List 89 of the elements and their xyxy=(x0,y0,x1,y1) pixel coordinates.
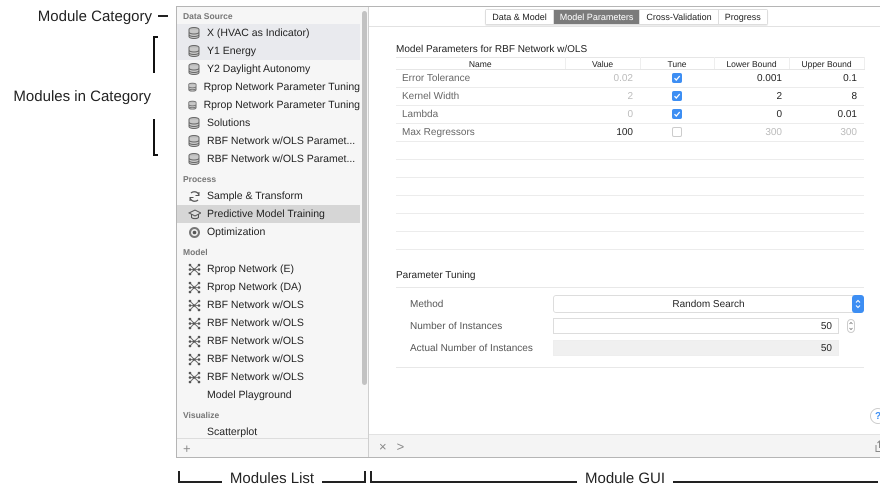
checkbox[interactable] xyxy=(672,73,682,84)
column-header[interactable]: Value xyxy=(565,58,640,70)
table-cell: Kernel Width xyxy=(396,88,565,106)
annotation-label: Modules List xyxy=(230,470,314,487)
table-cell: 0.02 xyxy=(565,70,640,88)
target-icon xyxy=(188,226,201,238)
database-icon xyxy=(188,98,198,112)
category-header: Process xyxy=(182,173,218,186)
sidebar-item[interactable]: Rprop Network Parameter Tuning xyxy=(177,96,360,114)
cycle-arrows-icon xyxy=(188,190,201,202)
scrollbar-thumb[interactable] xyxy=(362,11,367,385)
sidebar-item[interactable]: Predictive Model Training xyxy=(177,205,360,223)
tab[interactable]: Cross-Validation xyxy=(640,10,719,24)
network-icon xyxy=(188,334,201,348)
graduation-cap-icon xyxy=(188,208,201,220)
sidebar-item[interactable]: RBF Network w/OLS xyxy=(177,296,360,314)
sidebar-item[interactable]: Solutions xyxy=(177,114,360,132)
table-cell: 0.01 xyxy=(789,106,864,124)
annotation-line xyxy=(178,470,222,482)
sidebar-item[interactable]: Y2 Daylight Autonomy xyxy=(177,60,360,78)
sidebar-item[interactable]: RBF Network w/OLS xyxy=(177,368,360,386)
table-cell: Lambda xyxy=(396,106,565,124)
updown-arrows-icon[interactable] xyxy=(852,295,864,313)
sidebar-item[interactable]: Model Playground xyxy=(177,386,360,404)
annotation-line xyxy=(322,470,366,482)
checkbox[interactable] xyxy=(672,91,682,102)
column-header[interactable]: Name xyxy=(396,58,565,70)
tab[interactable]: Model Parameters xyxy=(554,10,640,24)
database-icon xyxy=(188,62,201,76)
sidebar-item[interactable]: RBF Network w/OLS Paramet... xyxy=(177,150,360,168)
tab[interactable]: Data & Model xyxy=(486,10,554,24)
network-icon xyxy=(188,298,201,312)
sidebar-item[interactable]: Scatterplot xyxy=(177,423,360,438)
sidebar-item[interactable]: RBF Network w/OLS xyxy=(177,314,360,332)
section-title: Parameter Tuning xyxy=(396,270,864,288)
sidebar-item[interactable]: Rprop Network Parameter Tuning xyxy=(177,78,360,96)
stepper-icon[interactable] xyxy=(847,319,855,333)
table-cell: 0 xyxy=(565,106,640,124)
category-header: Model xyxy=(182,246,209,259)
sidebar-item[interactable]: Rprop Network (DA) xyxy=(177,278,360,296)
table-cell: 8 xyxy=(789,88,864,106)
tab[interactable]: Progress xyxy=(718,10,767,24)
network-icon xyxy=(188,316,201,330)
table-cell: 100 xyxy=(565,124,640,142)
checkbox[interactable] xyxy=(672,109,682,120)
table-cell: 300 xyxy=(714,124,789,142)
input-field[interactable]: 50 xyxy=(553,318,839,334)
sidebar-item[interactable]: RBF Network w/OLS Paramet... xyxy=(177,132,360,150)
database-icon xyxy=(188,80,198,94)
column-header[interactable]: Lower Bound xyxy=(714,58,789,70)
field-label: Method xyxy=(409,298,444,310)
column-header[interactable]: Upper Bound xyxy=(789,58,864,70)
network-icon xyxy=(188,262,201,276)
sidebar-item[interactable]: Sample & Transform xyxy=(177,187,360,205)
annotation-label: Modules in Category xyxy=(13,88,151,104)
database-icon xyxy=(188,134,201,148)
method-dropdown[interactable]: Random Search xyxy=(553,295,864,313)
database-icon xyxy=(188,26,201,40)
table-cell: 2 xyxy=(565,88,640,106)
category-header: Data Source xyxy=(182,10,234,23)
checkbox[interactable] xyxy=(672,127,682,138)
table-cell: 2 xyxy=(714,88,789,106)
network-icon xyxy=(188,370,201,384)
sidebar-item[interactable]: Rprop Network (E) xyxy=(177,260,360,278)
network-icon xyxy=(188,280,201,294)
table-cell: 300 xyxy=(789,124,864,142)
database-icon xyxy=(188,44,201,58)
field-label: Number of Instances xyxy=(409,320,504,332)
annotation-label: Module GUI xyxy=(584,470,666,487)
readonly-field: 50 xyxy=(553,340,839,356)
network-icon xyxy=(188,352,201,366)
sidebar-item[interactable]: RBF Network w/OLS xyxy=(177,350,360,368)
section-title: Model Parameters for RBF Network w/OLS xyxy=(396,44,588,55)
sidebar-item[interactable]: RBF Network w/OLS xyxy=(177,332,360,350)
table-cell: 0.001 xyxy=(714,70,789,88)
sidebar-item[interactable]: Optimization xyxy=(177,223,360,241)
category-header: Visualize xyxy=(182,409,220,422)
database-icon xyxy=(188,152,201,166)
field-label: Actual Number of Instances xyxy=(409,342,534,354)
table-cell: 0 xyxy=(714,106,789,124)
database-icon xyxy=(188,116,201,130)
annotation-label: Module Category xyxy=(38,8,152,24)
sidebar-item[interactable]: Y1 Energy xyxy=(177,42,360,60)
table-cell: Max Regressors xyxy=(396,124,565,142)
table-cell: Error Tolerance xyxy=(396,70,565,88)
column-header[interactable]: Tune xyxy=(640,58,714,70)
annotation-line xyxy=(158,15,168,17)
sidebar-item[interactable]: X (HVAC as Indicator) xyxy=(177,24,360,42)
table-cell: 0.1 xyxy=(789,70,864,88)
